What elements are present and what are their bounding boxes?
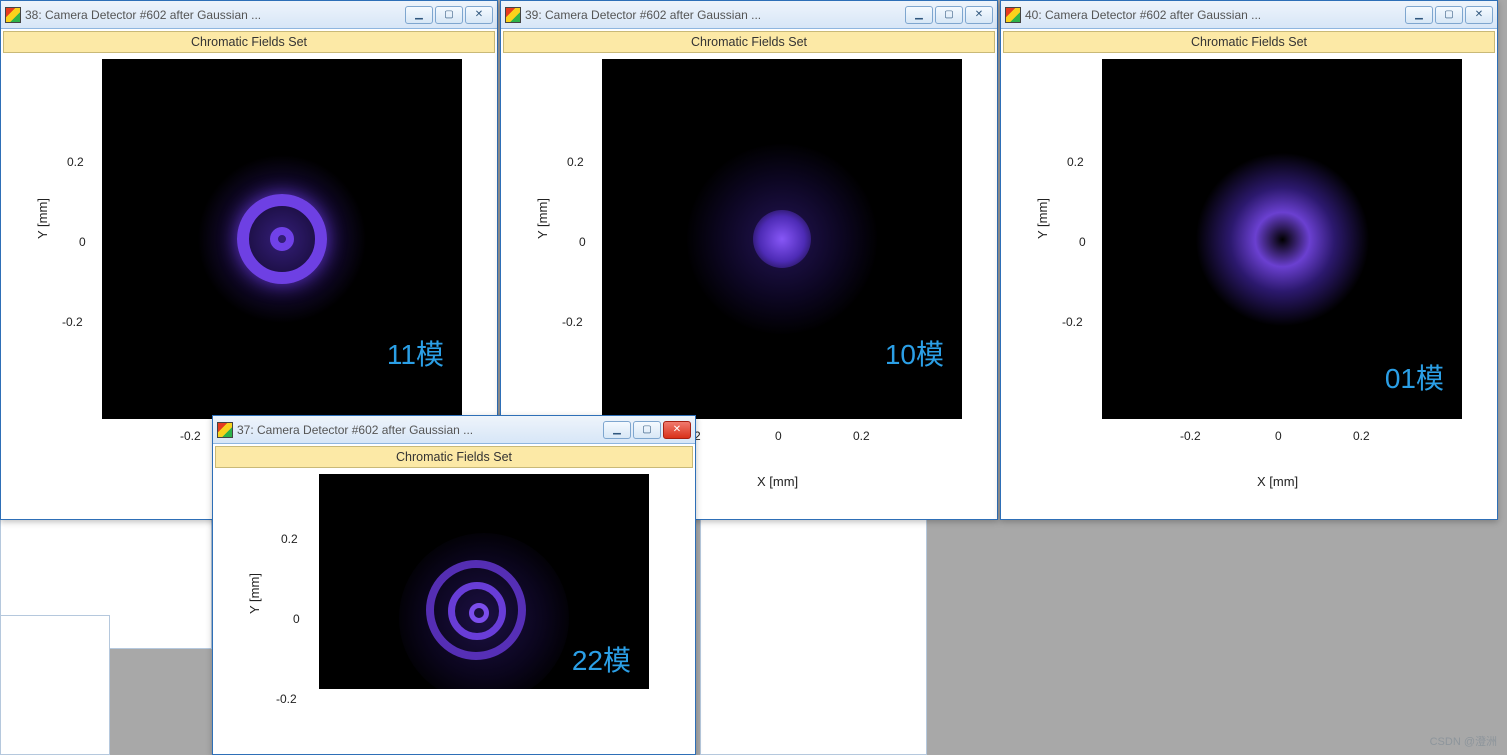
window-37[interactable]: 37: Camera Detector #602 after Gaussian … bbox=[212, 415, 696, 755]
maximize-button[interactable]: ▢ bbox=[435, 6, 463, 24]
plot-area: Y [mm] 0.2 0 -0.2 22模 bbox=[219, 474, 689, 708]
subtitle-banner: Chromatic Fields Set bbox=[503, 31, 995, 53]
minimize-button[interactable]: ▁ bbox=[1405, 6, 1433, 24]
bg-window-frag-2 bbox=[0, 615, 110, 755]
x-axis-label: X [mm] bbox=[757, 474, 798, 489]
x-tick: 0 bbox=[1275, 429, 1282, 443]
y-tick: 0.2 bbox=[67, 155, 84, 169]
y-tick: 0.2 bbox=[567, 155, 584, 169]
x-tick: 0.2 bbox=[853, 429, 870, 443]
watermark: CSDN @澄洲 bbox=[1430, 733, 1497, 749]
subtitle-banner: Chromatic Fields Set bbox=[215, 446, 693, 468]
plot-area: Y [mm] 0.2 0 -0.2 -0.2 0 0.2 X [mm] 01模 bbox=[1007, 59, 1491, 489]
close-button[interactable]: ✕ bbox=[465, 6, 493, 24]
close-button[interactable]: ✕ bbox=[965, 6, 993, 24]
window-title: 39: Camera Detector #602 after Gaussian … bbox=[525, 8, 901, 22]
plot-canvas[interactable]: 11模 bbox=[102, 59, 462, 419]
titlebar[interactable]: 38: Camera Detector #602 after Gaussian … bbox=[1, 1, 497, 29]
y-axis-label: Y [mm] bbox=[1035, 198, 1050, 239]
x-tick: -0.2 bbox=[180, 429, 201, 443]
minimize-button[interactable]: ▁ bbox=[405, 6, 433, 24]
y-axis-label: Y [mm] bbox=[35, 198, 50, 239]
bg-window-frag-3 bbox=[700, 490, 927, 755]
window-title: 40: Camera Detector #602 after Gaussian … bbox=[1025, 8, 1401, 22]
y-tick: -0.2 bbox=[62, 315, 83, 329]
app-icon bbox=[217, 422, 233, 438]
plot-canvas[interactable]: 22模 bbox=[319, 474, 649, 689]
maximize-button[interactable]: ▢ bbox=[935, 6, 963, 24]
maximize-button[interactable]: ▢ bbox=[1435, 6, 1463, 24]
y-tick: -0.2 bbox=[1062, 315, 1083, 329]
mode-annotation: 11模 bbox=[387, 333, 444, 373]
mode-annotation: 01模 bbox=[1385, 357, 1444, 397]
titlebar[interactable]: 39: Camera Detector #602 after Gaussian … bbox=[501, 1, 997, 29]
app-icon bbox=[1005, 7, 1021, 23]
close-button[interactable]: ✕ bbox=[663, 421, 691, 439]
plot-canvas[interactable]: 01模 bbox=[1102, 59, 1462, 419]
window-title: 38: Camera Detector #602 after Gaussian … bbox=[25, 8, 401, 22]
app-icon bbox=[5, 7, 21, 23]
plot-canvas[interactable]: 10模 bbox=[602, 59, 962, 419]
mode-annotation: 10模 bbox=[885, 333, 944, 373]
x-tick: 0 bbox=[775, 429, 782, 443]
x-axis-label: X [mm] bbox=[1257, 474, 1298, 489]
y-axis-label: Y [mm] bbox=[247, 573, 262, 614]
y-tick: -0.2 bbox=[276, 692, 297, 706]
titlebar[interactable]: 37: Camera Detector #602 after Gaussian … bbox=[213, 416, 695, 444]
subtitle-banner: Chromatic Fields Set bbox=[1003, 31, 1495, 53]
close-button[interactable]: ✕ bbox=[1465, 6, 1493, 24]
subtitle-banner: Chromatic Fields Set bbox=[3, 31, 495, 53]
maximize-button[interactable]: ▢ bbox=[633, 421, 661, 439]
y-tick: 0.2 bbox=[281, 532, 298, 546]
y-axis-label: Y [mm] bbox=[535, 198, 550, 239]
y-tick: 0 bbox=[293, 612, 300, 626]
x-tick: 0.2 bbox=[1353, 429, 1370, 443]
y-tick: 0 bbox=[79, 235, 86, 249]
window-40[interactable]: 40: Camera Detector #602 after Gaussian … bbox=[1000, 0, 1498, 520]
window-title: 37: Camera Detector #602 after Gaussian … bbox=[237, 423, 599, 437]
mode-annotation: 22模 bbox=[572, 639, 631, 679]
minimize-button[interactable]: ▁ bbox=[603, 421, 631, 439]
y-tick: 0.2 bbox=[1067, 155, 1084, 169]
app-icon bbox=[505, 7, 521, 23]
y-tick: 0 bbox=[1079, 235, 1086, 249]
titlebar[interactable]: 40: Camera Detector #602 after Gaussian … bbox=[1001, 1, 1497, 29]
x-tick: -0.2 bbox=[1180, 429, 1201, 443]
minimize-button[interactable]: ▁ bbox=[905, 6, 933, 24]
y-tick: 0 bbox=[579, 235, 586, 249]
y-tick: -0.2 bbox=[562, 315, 583, 329]
